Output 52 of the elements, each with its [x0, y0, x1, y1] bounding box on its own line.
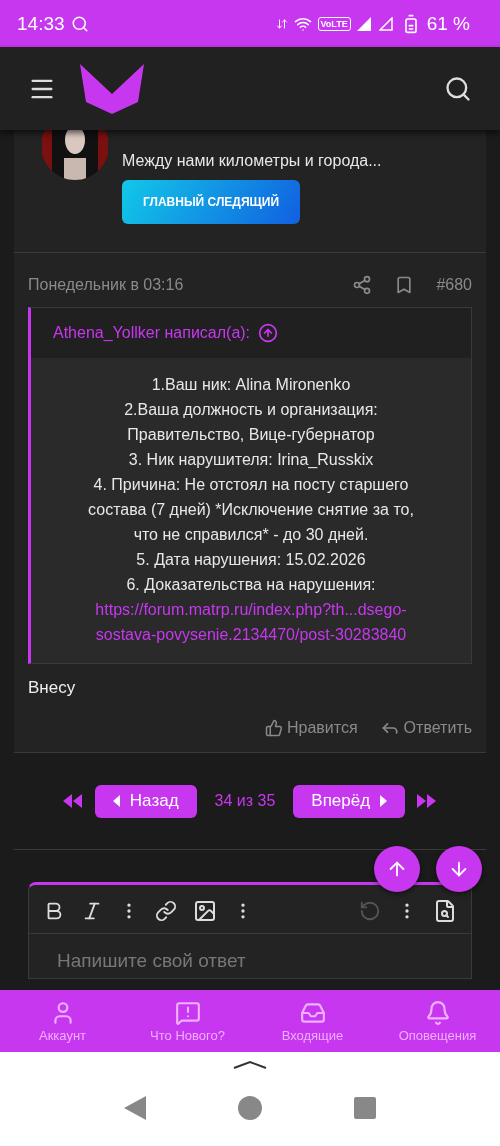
quote-line: 1.Ваш ник: Alina Mironenko — [151, 375, 351, 395]
quote-line: что не справился* - до 30 дней. — [133, 525, 369, 545]
rank-banner: ГЛАВНЫЙ СЛЕДЯЩИЙ — [122, 180, 300, 224]
scroll-down-button[interactable] — [436, 846, 482, 892]
quote-line: 4. Причина: Не отстоял на посту старшего — [93, 475, 409, 495]
share-icon[interactable] — [352, 275, 373, 295]
quote-line: 3. Ник нарушителя: Irina_Russkix — [128, 450, 374, 470]
quote-author[interactable]: Athena_Yollker написал(а): — [53, 324, 251, 342]
preview-icon[interactable] — [433, 899, 457, 923]
data-arrows-icon — [275, 17, 288, 30]
logo[interactable] — [80, 63, 144, 114]
post-date: Понедельник в 03:16 — [28, 276, 184, 294]
page-indicator: 34 из 35 — [213, 792, 277, 810]
quote-line: состава (7 дней) *Исключение снятие за то, — [88, 500, 414, 520]
nav-tab[interactable]: Входящие — [250, 990, 375, 1052]
prev-button[interactable]: Назад — [94, 784, 197, 818]
chevron-up-icon[interactable] — [232, 1060, 268, 1070]
search-icon[interactable] — [444, 74, 472, 103]
quote-line: 5. Дата нарушения: 15.02.2026 — [136, 550, 366, 570]
arrow-up-circle-icon[interactable] — [258, 323, 279, 343]
like-button[interactable]: Нравится — [265, 718, 358, 738]
battery-percent: 61 % — [426, 12, 470, 35]
post-number[interactable]: #680 — [436, 276, 472, 294]
bell-icon — [424, 999, 451, 1026]
user-signature: Между нами километры и города... — [122, 152, 382, 170]
signal-icon — [356, 16, 373, 31]
quote-line: 2.Ваша должность и организация: — [124, 400, 378, 420]
back-icon[interactable] — [124, 1096, 146, 1120]
signal-icon — [378, 16, 395, 31]
volte-icon: VoLTE — [317, 16, 351, 31]
caret-icon — [380, 795, 388, 807]
quote-link[interactable]: https://forum.matrp.ru/index.php?th...dsego- — [95, 597, 407, 622]
clock: 14:33 — [17, 12, 65, 35]
image-icon[interactable] — [193, 899, 217, 923]
link-icon[interactable] — [155, 900, 177, 922]
post-body: Внесу — [27, 677, 77, 698]
first-page-icon[interactable] — [62, 794, 83, 808]
quote-line: 6. Доказательства на нарушения: — [126, 575, 376, 595]
last-page-icon[interactable] — [417, 794, 438, 808]
quote-line: Правительство, Вице-губернатор — [127, 425, 375, 445]
nav-tab[interactable]: Аккаунт — [0, 990, 125, 1052]
alert-message-icon — [174, 999, 201, 1026]
next-button[interactable]: Вперёд — [293, 784, 406, 818]
nav-tab[interactable]: Оповещения — [375, 990, 500, 1052]
search-icon — [70, 14, 89, 33]
caret-icon — [112, 795, 120, 807]
nav-tab[interactable]: Что Нового? — [125, 990, 250, 1052]
thumbs-up-icon — [265, 719, 283, 737]
reply-button[interactable]: Ответить — [379, 718, 472, 738]
scroll-up-button[interactable] — [374, 846, 420, 892]
quote-link[interactable]: sostava-povysenie.2134470/post-30283840 — [95, 622, 407, 647]
home-icon[interactable] — [238, 1096, 262, 1120]
